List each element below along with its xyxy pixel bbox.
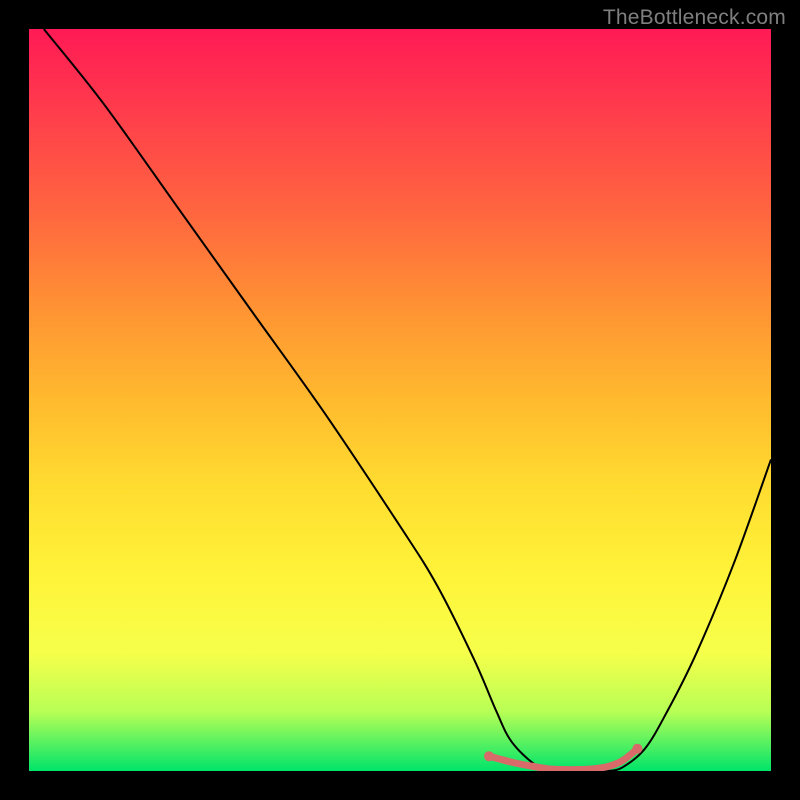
bottleneck-curve [44,29,771,771]
optimal-range-start-dot [484,751,494,761]
chart-frame: TheBottleneck.com [0,0,800,800]
optimal-range-end-dot [632,744,642,754]
curve-layer [29,29,771,771]
watermark-text: TheBottleneck.com [603,6,786,30]
plot-area [29,29,771,771]
optimal-range-curve [489,749,637,770]
